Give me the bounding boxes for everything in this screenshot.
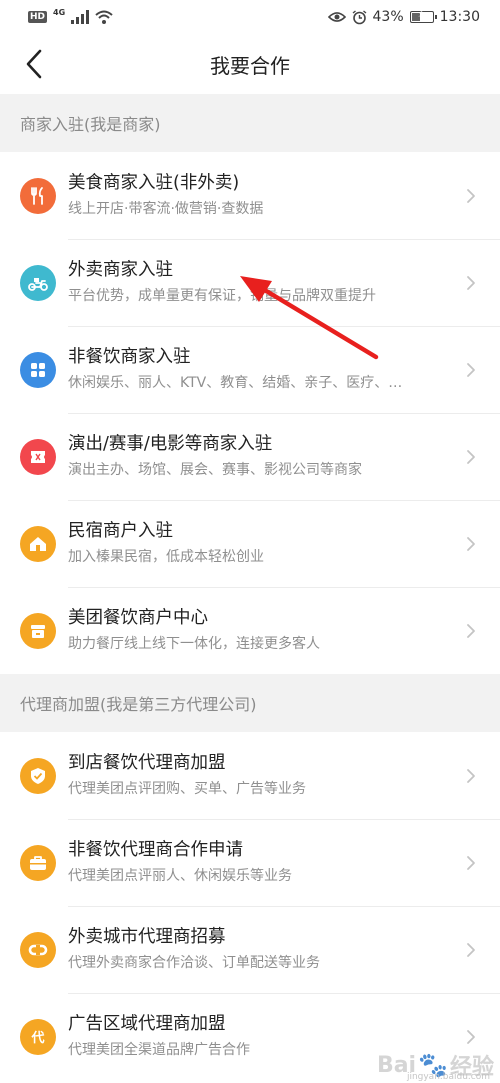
item-text: 外卖城市代理商招募代理外卖商家合作洽谈、订单配送等业务 xyxy=(68,925,456,975)
shield-check-icon xyxy=(20,757,56,794)
section-header: 代理商加盟(我是第三方代理公司) xyxy=(0,674,500,732)
page-title: 我要合作 xyxy=(210,53,290,78)
item-subtitle: 代理外卖商家合作洽谈、订单配送等业务 xyxy=(68,954,320,971)
chevron-right-icon xyxy=(467,1029,475,1044)
grid-icon xyxy=(20,351,56,388)
item-title: 到店餐饮代理商加盟 xyxy=(68,752,226,773)
item-title: 外卖商家入驻 xyxy=(68,259,173,280)
charging-icon: ⚡ xyxy=(417,9,425,20)
list-item[interactable]: 非餐饮商家入驻休闲娱乐、丽人、KTV、教育、结婚、亲子、医疗、… xyxy=(0,326,500,413)
chevron-right-icon xyxy=(467,855,475,870)
navbar: 我要合作 xyxy=(0,34,500,94)
item-text: 到店餐饮代理商加盟代理美团点评团购、买单、广告等业务 xyxy=(68,751,456,801)
item-title: 非餐饮代理商合作申请 xyxy=(68,839,243,860)
section-header: 商家入驻(我是商家) xyxy=(0,94,500,152)
hd-badge: HD xyxy=(28,11,48,23)
alarm-icon xyxy=(352,9,366,24)
item-text: 民宿商户入驻加入榛果民宿，低成本轻松创业 xyxy=(68,519,456,569)
item-text: 演出/赛事/电影等商家入驻演出主办、场馆、展会、赛事、影视公司等商家 xyxy=(68,432,456,482)
chevron-right-icon xyxy=(467,275,475,290)
chevron xyxy=(466,362,478,378)
status-bar: HD 4G 43% ⚡ 13:30 xyxy=(0,0,500,34)
chevron xyxy=(466,1029,478,1045)
item-subtitle: 助力餐厅线上线下一体化，连接更多客人 xyxy=(68,635,320,652)
item-title: 美食商家入驻(非外卖) xyxy=(68,172,240,193)
chevron-right-icon xyxy=(467,623,475,638)
watermark: Bai 🐾 经验 jingyan.baidu.com xyxy=(377,1049,494,1082)
chevron xyxy=(466,188,478,204)
ticket-icon xyxy=(20,438,56,475)
item-title: 演出/赛事/电影等商家入驻 xyxy=(68,433,273,454)
list-item[interactable]: 美团餐饮商户中心助力餐厅线上线下一体化，连接更多客人 xyxy=(0,587,500,674)
chevron-right-icon xyxy=(467,362,475,377)
network-type: 4G xyxy=(53,7,66,17)
content-list: 商家入驻(我是商家) 美食商家入驻(非外卖) 线上开店·带客流·做营销·查数据外卖商… xyxy=(0,94,500,1080)
item-subtitle: 演出主办、场馆、展会、赛事、影视公司等商家 xyxy=(68,461,362,478)
list-item[interactable]: 演出/赛事/电影等商家入驻演出主办、场馆、展会、赛事、影视公司等商家 xyxy=(0,413,500,500)
item-subtitle: 代理美团点评团购、买单、广告等业务 xyxy=(68,780,306,797)
item-text: 非餐饮代理商合作申请代理美团点评丽人、休闲娱乐等业务 xyxy=(68,838,456,888)
chevron-left-icon xyxy=(26,49,42,79)
item-subtitle: 线上开店·带客流·做营销·查数据 xyxy=(68,200,264,217)
chevron-right-icon xyxy=(467,449,475,464)
item-title: 非餐饮商家入驻 xyxy=(68,346,191,367)
item-title: 外卖城市代理商招募 xyxy=(68,926,226,947)
chevron xyxy=(466,768,478,784)
chevron-right-icon xyxy=(467,188,475,203)
briefcase-icon xyxy=(20,844,56,881)
chevron-right-icon xyxy=(467,768,475,783)
link-icon xyxy=(20,931,56,968)
list-item[interactable]: 非餐饮代理商合作申请代理美团点评丽人、休闲娱乐等业务 xyxy=(0,819,500,906)
wifi-icon xyxy=(95,10,113,24)
chevron xyxy=(466,536,478,552)
chevron-right-icon xyxy=(467,536,475,551)
section-list: 美食商家入驻(非外卖) 线上开店·带客流·做营销·查数据外卖商家入驻平台优势，成单… xyxy=(0,152,500,674)
item-title: 美团餐饮商户中心 xyxy=(68,607,208,628)
scooter-icon xyxy=(20,264,56,301)
house-icon xyxy=(20,525,56,562)
item-subtitle: 加入榛果民宿，低成本轻松创业 xyxy=(68,548,264,565)
item-title: 民宿商户入驻 xyxy=(68,520,173,541)
chevron xyxy=(466,855,478,871)
item-subtitle: 休闲娱乐、丽人、KTV、教育、结婚、亲子、医疗、… xyxy=(68,374,403,391)
item-text: 美团餐饮商户中心助力餐厅线上线下一体化，连接更多客人 xyxy=(68,606,456,656)
store-icon xyxy=(20,612,56,649)
list-item[interactable]: 外卖商家入驻平台优势，成单量更有保证，销量与品牌双重提升 xyxy=(0,239,500,326)
dai-icon: 代 xyxy=(20,1018,56,1055)
list-item[interactable]: 外卖城市代理商招募代理外卖商家合作洽谈、订单配送等业务 xyxy=(0,906,500,993)
status-time: 13:30 xyxy=(439,9,480,25)
watermark-sub: jingyan.baidu.com xyxy=(406,1072,490,1082)
chevron xyxy=(466,449,478,465)
item-text: 外卖商家入驻平台优势，成单量更有保证，销量与品牌双重提升 xyxy=(68,258,456,308)
battery-percent: 43% xyxy=(372,9,404,25)
item-text: 非餐饮商家入驻休闲娱乐、丽人、KTV、教育、结婚、亲子、医疗、… xyxy=(68,345,456,395)
chevron xyxy=(466,275,478,291)
back-button[interactable] xyxy=(18,48,50,80)
chevron xyxy=(466,623,478,639)
battery-icon: ⚡ xyxy=(409,9,437,23)
list-item[interactable]: 美食商家入驻(非外卖) 线上开店·带客流·做营销·查数据 xyxy=(0,152,500,239)
chevron xyxy=(466,942,478,958)
item-title: 广告区域代理商加盟 xyxy=(68,1013,226,1034)
item-subtitle: 代理美团点评丽人、休闲娱乐等业务 xyxy=(68,867,292,884)
item-subtitle: 平台优势，成单量更有保证，销量与品牌双重提升 xyxy=(68,287,376,304)
chevron-right-icon xyxy=(467,942,475,957)
list-item[interactable]: 到店餐饮代理商加盟代理美团点评团购、买单、广告等业务 xyxy=(0,732,500,819)
list-item[interactable]: 民宿商户入驻加入榛果民宿，低成本轻松创业 xyxy=(0,500,500,587)
fork-knife-icon xyxy=(20,177,56,214)
eye-icon xyxy=(327,12,346,22)
signal-icon xyxy=(71,10,90,24)
section-list: 到店餐饮代理商加盟 代理美团点评团购、买单、广告等业务 非餐饮代理商合作申请 代理美团… xyxy=(0,732,500,1080)
item-text: 美食商家入驻(非外卖) 线上开店·带客流·做营销·查数据 xyxy=(68,171,456,221)
